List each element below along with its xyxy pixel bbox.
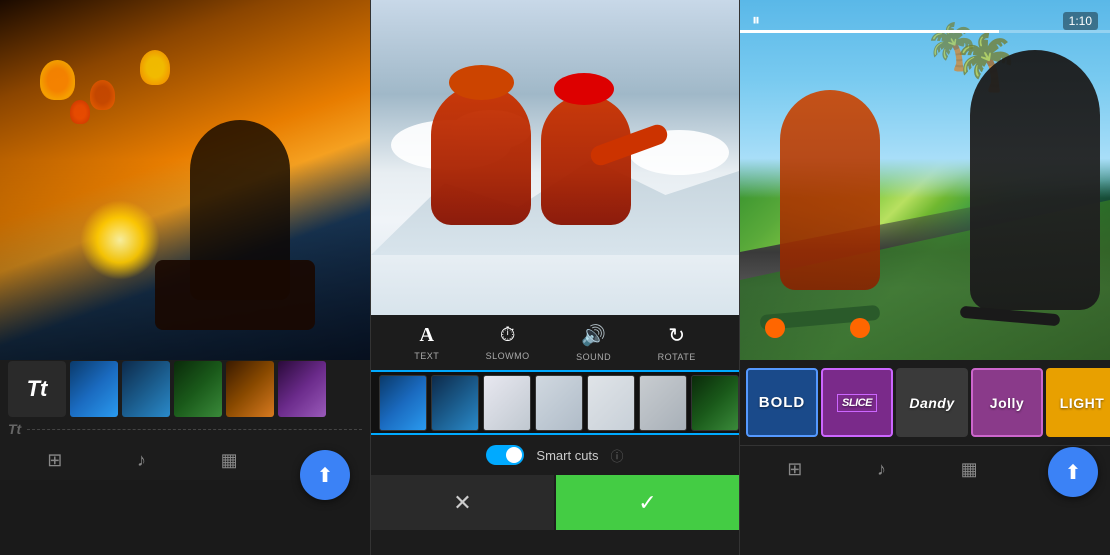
smart-cuts-row: Smart cuts ⓘ (371, 435, 739, 475)
clip-thumb-6[interactable] (639, 375, 687, 431)
filter-jolly[interactable]: Jolly (971, 368, 1043, 437)
dots-divider (27, 429, 362, 430)
clip-thumb-4[interactable] (535, 375, 583, 431)
cancel-icon: ✕ (453, 490, 471, 516)
sub-text-row: Tt (0, 417, 370, 441)
text-tool[interactable]: A TEXT (414, 324, 439, 361)
filter-light[interactable]: LIGHT (1046, 368, 1110, 437)
music-icon[interactable]: ♪ (137, 450, 146, 471)
add-clip-icon-3[interactable]: ⊞ (787, 459, 802, 480)
progress-bar[interactable] (740, 30, 1110, 33)
filter-slice[interactable]: SLICE (821, 368, 893, 437)
export-icon-1: ⬆ (317, 463, 334, 488)
slowmo-icon: ⏱ (500, 324, 516, 347)
sub-text-icon: Tt (8, 421, 21, 437)
text-tool-box[interactable]: Tt (8, 361, 66, 417)
text-tool-icon: A (420, 324, 434, 347)
export-fab-1[interactable]: ⬆ (300, 450, 350, 500)
progress-fill (740, 30, 999, 33)
cancel-button[interactable]: ✕ (371, 475, 554, 530)
confirm-button[interactable]: ✓ (556, 475, 739, 530)
export-fab-3[interactable]: ⬆ (1048, 447, 1098, 497)
export-icon-3: ⬆ (1065, 460, 1082, 485)
clip-thumb-7[interactable] (691, 375, 739, 431)
video-preview-1 (0, 0, 370, 360)
rotate-icon: ↻ (668, 323, 685, 348)
filter-dandy-label: Dandy (909, 395, 954, 411)
rotate-tool[interactable]: ↻ ROTATE (658, 323, 696, 362)
panel-clip-editor: A TEXT ⏱ SLOWMO 🔊 SOUND ↻ ROTATE Smart c… (370, 0, 740, 555)
video-preview-2 (371, 0, 739, 315)
smart-cuts-toggle[interactable] (486, 445, 524, 465)
filter-strip: BOLD SLICE Dandy Jolly LIGHT (740, 360, 1110, 445)
timeline-thumb-4[interactable] (226, 361, 274, 417)
toggle-knob (506, 447, 522, 463)
panel-filter-selector: 🌴 🌴 ⏸ 1:10 BOLD SLICE Dandy (740, 0, 1110, 555)
sound-label: SOUND (576, 352, 611, 362)
clip-thumb-1[interactable] (379, 375, 427, 431)
music-icon-3[interactable]: ♪ (877, 459, 886, 480)
filter-jolly-label: Jolly (990, 395, 1024, 411)
timeline-strip-2 (371, 370, 739, 435)
filter-light-label: LIGHT (1060, 395, 1105, 411)
add-clip-icon[interactable]: ⊞ (47, 450, 62, 471)
filter-bold-label: BOLD (759, 394, 806, 411)
smart-cuts-info-icon: ⓘ (611, 446, 624, 465)
gallery-icon[interactable]: ▦ (221, 450, 238, 471)
edit-tools-row: A TEXT ⏱ SLOWMO 🔊 SOUND ↻ ROTATE (371, 315, 739, 370)
clip-thumb-3[interactable] (483, 375, 531, 431)
smart-cuts-label: Smart cuts (536, 448, 598, 463)
timeline-thumb-3[interactable] (174, 361, 222, 417)
timeline-strip-1: Tt (0, 360, 370, 417)
timeline-thumb-2[interactable] (122, 361, 170, 417)
clip-thumb-5[interactable] (587, 375, 635, 431)
timeline-thumb-5[interactable] (278, 361, 326, 417)
timeline-thumb-1[interactable] (70, 361, 118, 417)
pause-icon: ⏸ (752, 12, 760, 29)
clip-thumb-2[interactable] (431, 375, 479, 431)
sound-tool[interactable]: 🔊 SOUND (576, 323, 611, 362)
confirm-icon: ✓ (638, 490, 656, 516)
video-preview-3: 🌴 🌴 ⏸ 1:10 (740, 0, 1110, 360)
filter-bold[interactable]: BOLD (746, 368, 818, 437)
text-icon: Tt (27, 376, 48, 402)
gallery-icon-3[interactable]: ▦ (961, 459, 978, 480)
text-tool-label: TEXT (414, 351, 439, 361)
time-display: 1:10 (1063, 12, 1098, 30)
play-pause-button[interactable]: ⏸ (752, 12, 760, 30)
action-bar: ✕ ✓ (371, 475, 739, 530)
panel-text-editor: Tt Tt ⊞ ♪ ▦ ≡ ⬆ (0, 0, 370, 555)
rotate-label: ROTATE (658, 352, 696, 362)
sound-icon: 🔊 (581, 323, 606, 348)
slowmo-tool[interactable]: ⏱ SLOWMO (486, 324, 530, 361)
slowmo-label: SLOWMO (486, 351, 530, 361)
filter-slice-label: SLICE (837, 394, 877, 412)
filter-dandy[interactable]: Dandy (896, 368, 968, 437)
